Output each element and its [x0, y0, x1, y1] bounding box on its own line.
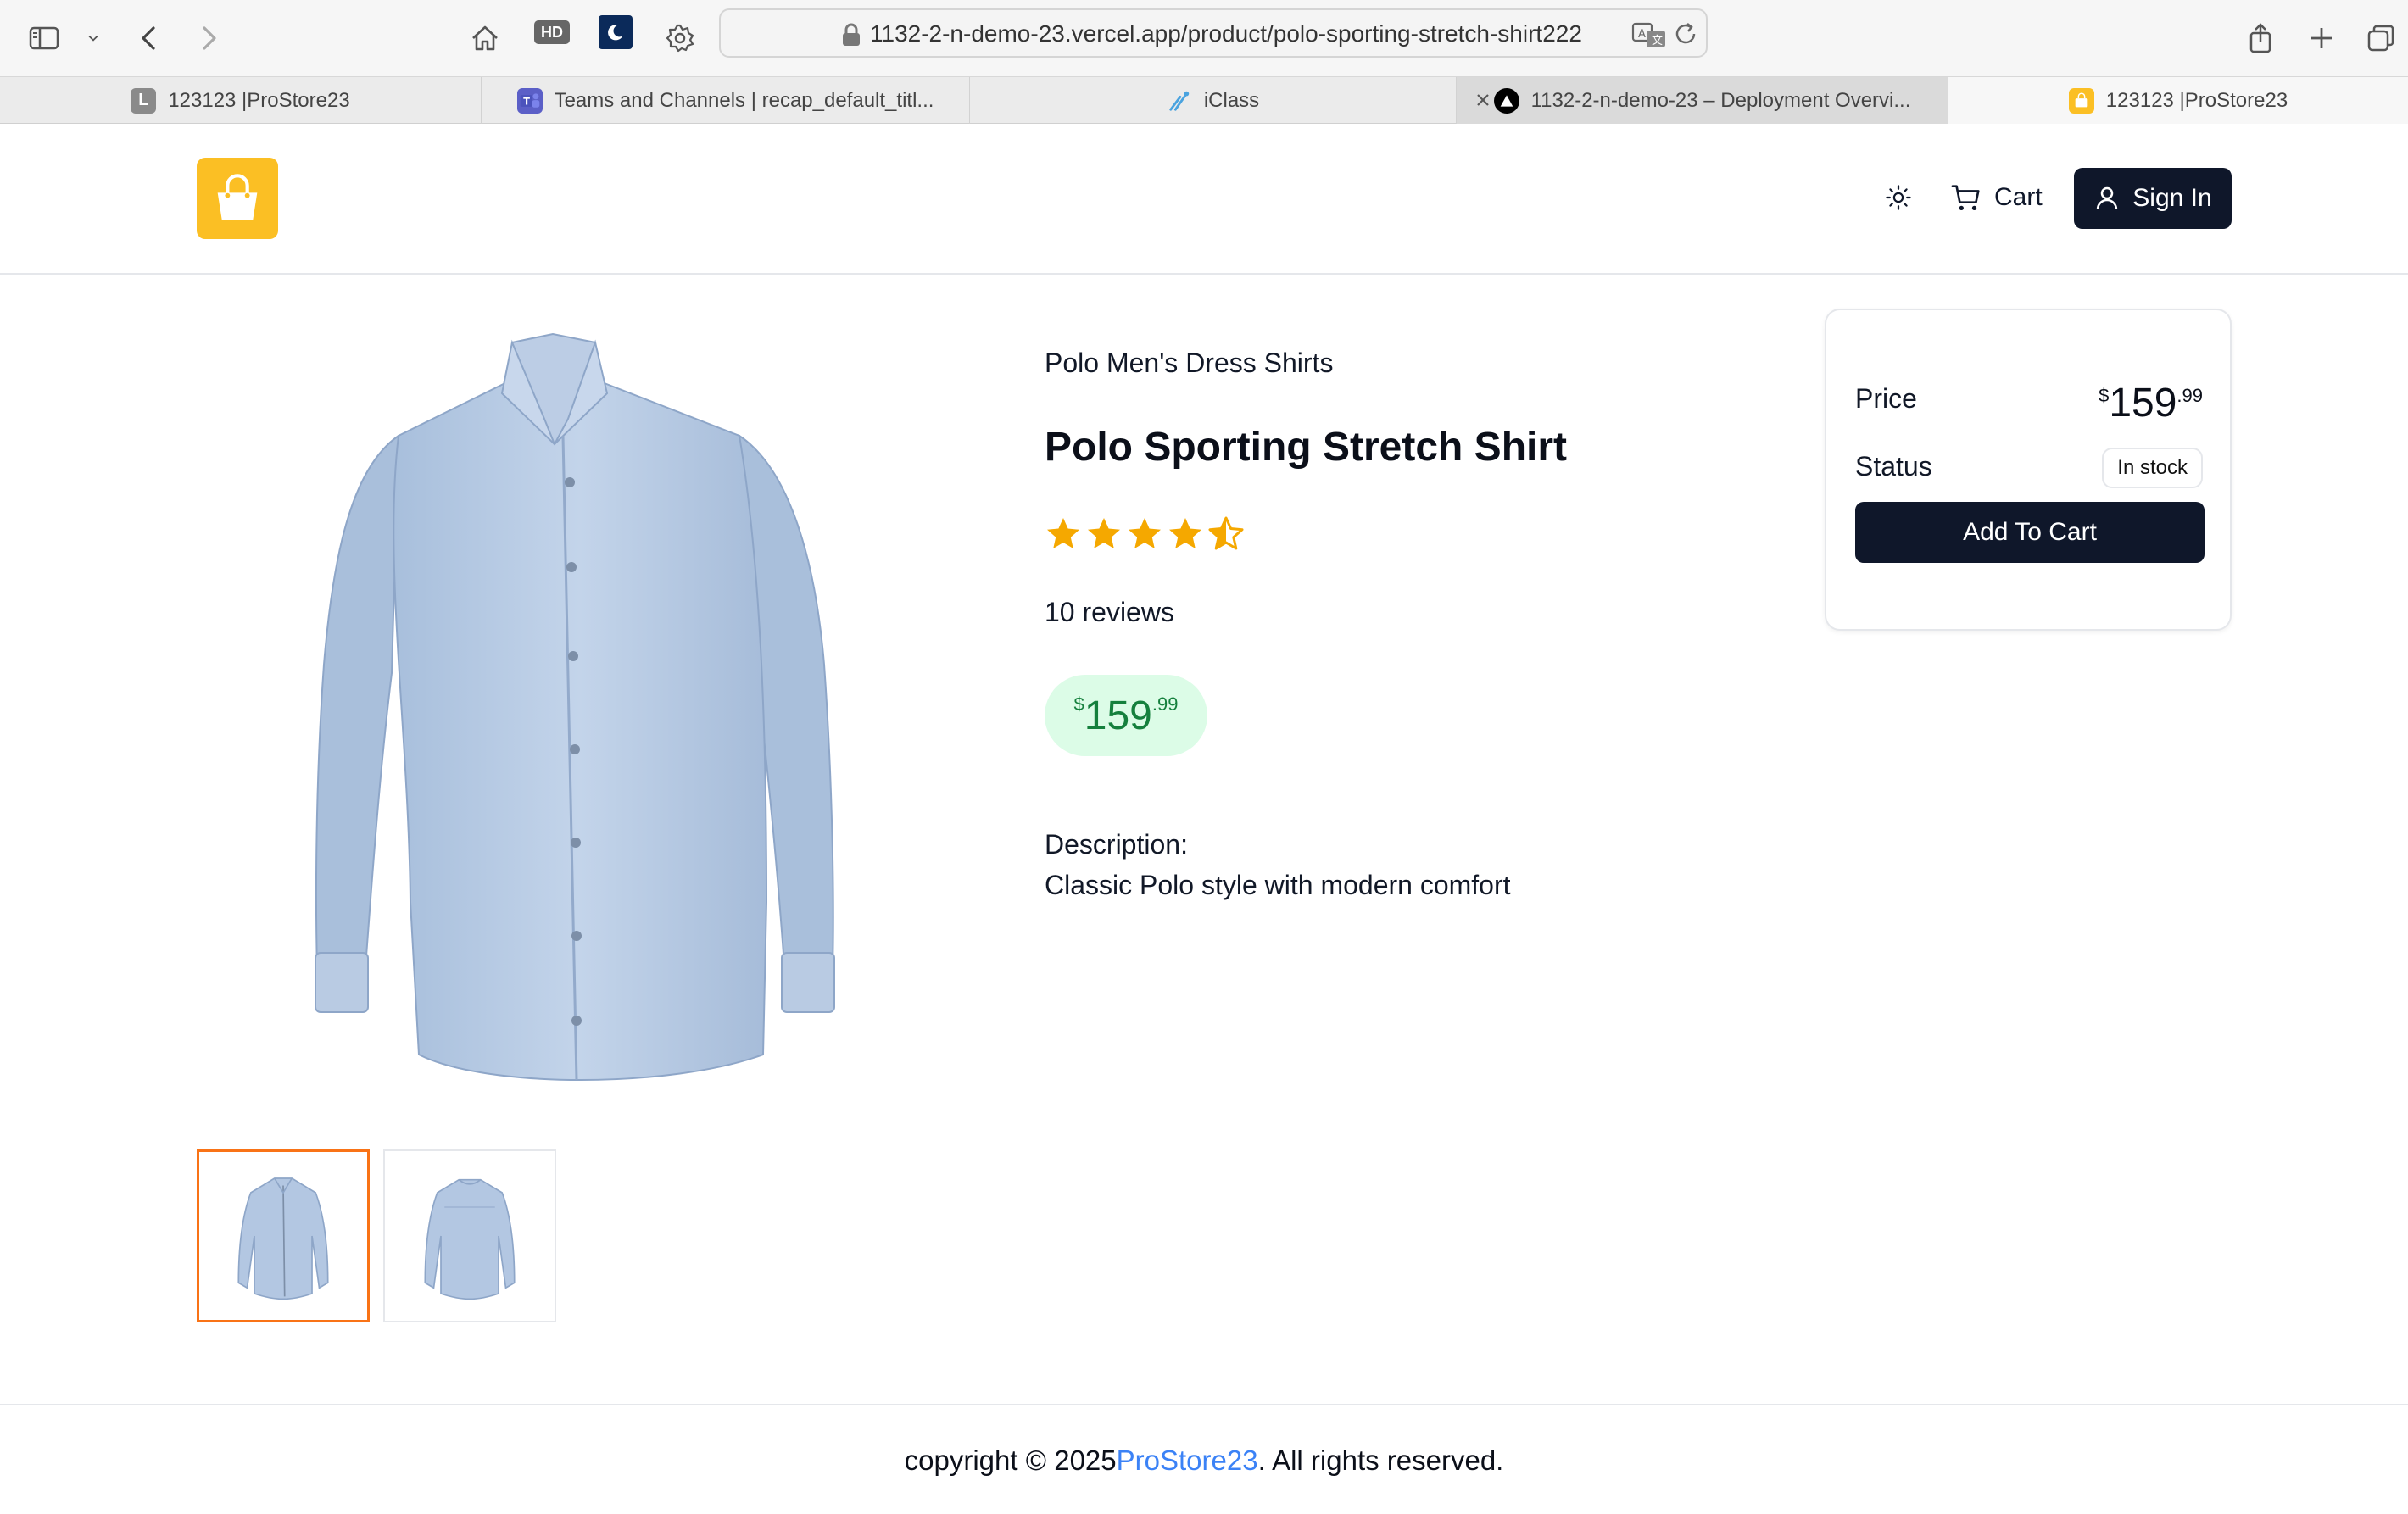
card-price-decimal: .99	[2177, 385, 2203, 406]
shirt-back-thumbnail-icon	[424, 1178, 516, 1300]
description-text: Classic Polo style with modern comfort	[1045, 870, 1511, 900]
share-icon[interactable]	[2233, 12, 2288, 64]
footer-brand-link[interactable]: ProStore23	[1117, 1444, 1258, 1476]
price-currency: $	[1073, 693, 1084, 715]
tab-title: 123123 |ProStore23	[2105, 88, 2288, 112]
settings-gear-icon[interactable]	[653, 12, 707, 64]
product-brand: Polo Men's Dress Shirts	[1045, 348, 1334, 378]
card-price: $ 159 .99	[2099, 380, 2203, 426]
tab-title: 1132-2-n-demo-23 – Deployment Overvi...	[1530, 88, 1911, 112]
add-to-cart-button[interactable]: Add To Cart	[1855, 502, 2205, 563]
star-full-icon	[1047, 518, 1079, 548]
product-title: Polo Sporting Stretch Shirt	[1045, 425, 1568, 470]
dark-mode-extension-icon[interactable]	[599, 15, 633, 49]
copyright-text: copyright © 2025ProStore23. All rights r…	[0, 1444, 2408, 1477]
rating-stars	[1045, 515, 1245, 553]
theme-toggle-sun-icon[interactable]	[1877, 176, 1920, 219]
svg-text:文: 文	[1652, 35, 1663, 47]
card-price-integer: 159	[2109, 381, 2177, 426]
star-full-icon	[1169, 518, 1201, 548]
svg-text:A: A	[1638, 28, 1646, 41]
teams-icon: T	[516, 87, 543, 114]
iclass-icon	[1167, 88, 1192, 114]
store-logo-icon[interactable]	[197, 158, 278, 239]
status-label: Status	[1855, 451, 1932, 481]
prostore-favicon-icon	[2068, 87, 2094, 114]
hd-extension-icon[interactable]: HD	[534, 20, 570, 44]
tab-overview-icon[interactable]	[2354, 12, 2408, 64]
sign-in-button[interactable]: Sign In	[2074, 168, 2232, 229]
address-bar[interactable]: 1132-2-n-demo-23.vercel.app/product/polo…	[719, 8, 1708, 58]
sign-in-label: Sign In	[2132, 184, 2212, 212]
price-decimal: .99	[1151, 693, 1179, 715]
tab-title: Teams and Channels | recap_default_titl.…	[554, 88, 934, 112]
site-header: Cart Sign In	[0, 124, 2408, 275]
purchase-card: Price $ 159 .99 Status In stock Add To C…	[1825, 309, 2232, 631]
user-icon	[2097, 186, 2118, 210]
card-price-currency: $	[2099, 385, 2110, 406]
cart-label: Cart	[1994, 183, 2043, 211]
back-icon[interactable]	[122, 12, 176, 64]
tab-bar: L 123123 |ProStore23 T Teams and Channel…	[0, 76, 2408, 124]
close-tab-icon[interactable]	[1472, 89, 1494, 111]
stock-status-badge: In stock	[2102, 448, 2203, 488]
site-footer: copyright © 2025ProStore23. All rights r…	[0, 1404, 2408, 1514]
copyright-suffix: . All rights reserved.	[1257, 1444, 1504, 1476]
address-url[interactable]: 1132-2-n-demo-23.vercel.app/product/polo…	[870, 20, 1582, 47]
tab-prostore-2[interactable]: 123123 |ProStore23	[1948, 77, 2408, 124]
price-label: Price	[1855, 383, 1917, 414]
shirt-front-thumbnail-icon	[237, 1177, 329, 1300]
description-label: Description:	[1045, 829, 1188, 860]
price-badge: $ 159 .99	[1045, 675, 1207, 756]
new-tab-icon[interactable]	[2294, 12, 2349, 64]
reviews-count: 10 reviews	[1045, 597, 1174, 627]
vercel-icon	[1493, 87, 1519, 114]
tab-title: iClass	[1203, 88, 1260, 112]
product-main-image	[197, 309, 951, 1088]
cart-link[interactable]: Cart	[1950, 171, 2043, 224]
svg-text:T: T	[523, 96, 530, 107]
tab-prostore-1[interactable]: L 123123 |ProStore23	[0, 77, 482, 124]
thumbnail-back[interactable]	[383, 1149, 556, 1322]
thumbnail-front[interactable]	[197, 1149, 370, 1322]
tab-vercel-deployment[interactable]: 1132-2-n-demo-23 – Deployment Overvi...	[1457, 77, 1948, 124]
tab-favicon-letter-icon: L	[131, 87, 157, 114]
lock-icon	[843, 23, 860, 46]
tab-teams[interactable]: T Teams and Channels | recap_default_tit…	[482, 77, 970, 124]
star-full-icon	[1129, 518, 1161, 548]
translate-icon[interactable]: A文	[1631, 20, 1667, 49]
price-integer: 159	[1084, 693, 1152, 738]
home-icon[interactable]	[458, 12, 512, 64]
browser-toolbar: HD 1132-2-n-demo-23.vercel.app/product/p…	[0, 0, 2408, 76]
star-half-icon	[1208, 516, 1244, 550]
copyright-prefix: copyright © 2025	[904, 1444, 1117, 1476]
chevron-down-icon[interactable]	[66, 12, 120, 64]
shopping-cart-icon	[1951, 185, 1980, 211]
tab-title: 123123 |ProStore23	[168, 88, 350, 112]
reload-icon[interactable]	[1672, 20, 1699, 47]
sidebar-toggle-icon[interactable]	[17, 12, 71, 64]
star-full-icon	[1088, 518, 1120, 548]
forward-icon[interactable]	[181, 12, 236, 64]
tab-iclass[interactable]: iClass	[970, 77, 1457, 124]
